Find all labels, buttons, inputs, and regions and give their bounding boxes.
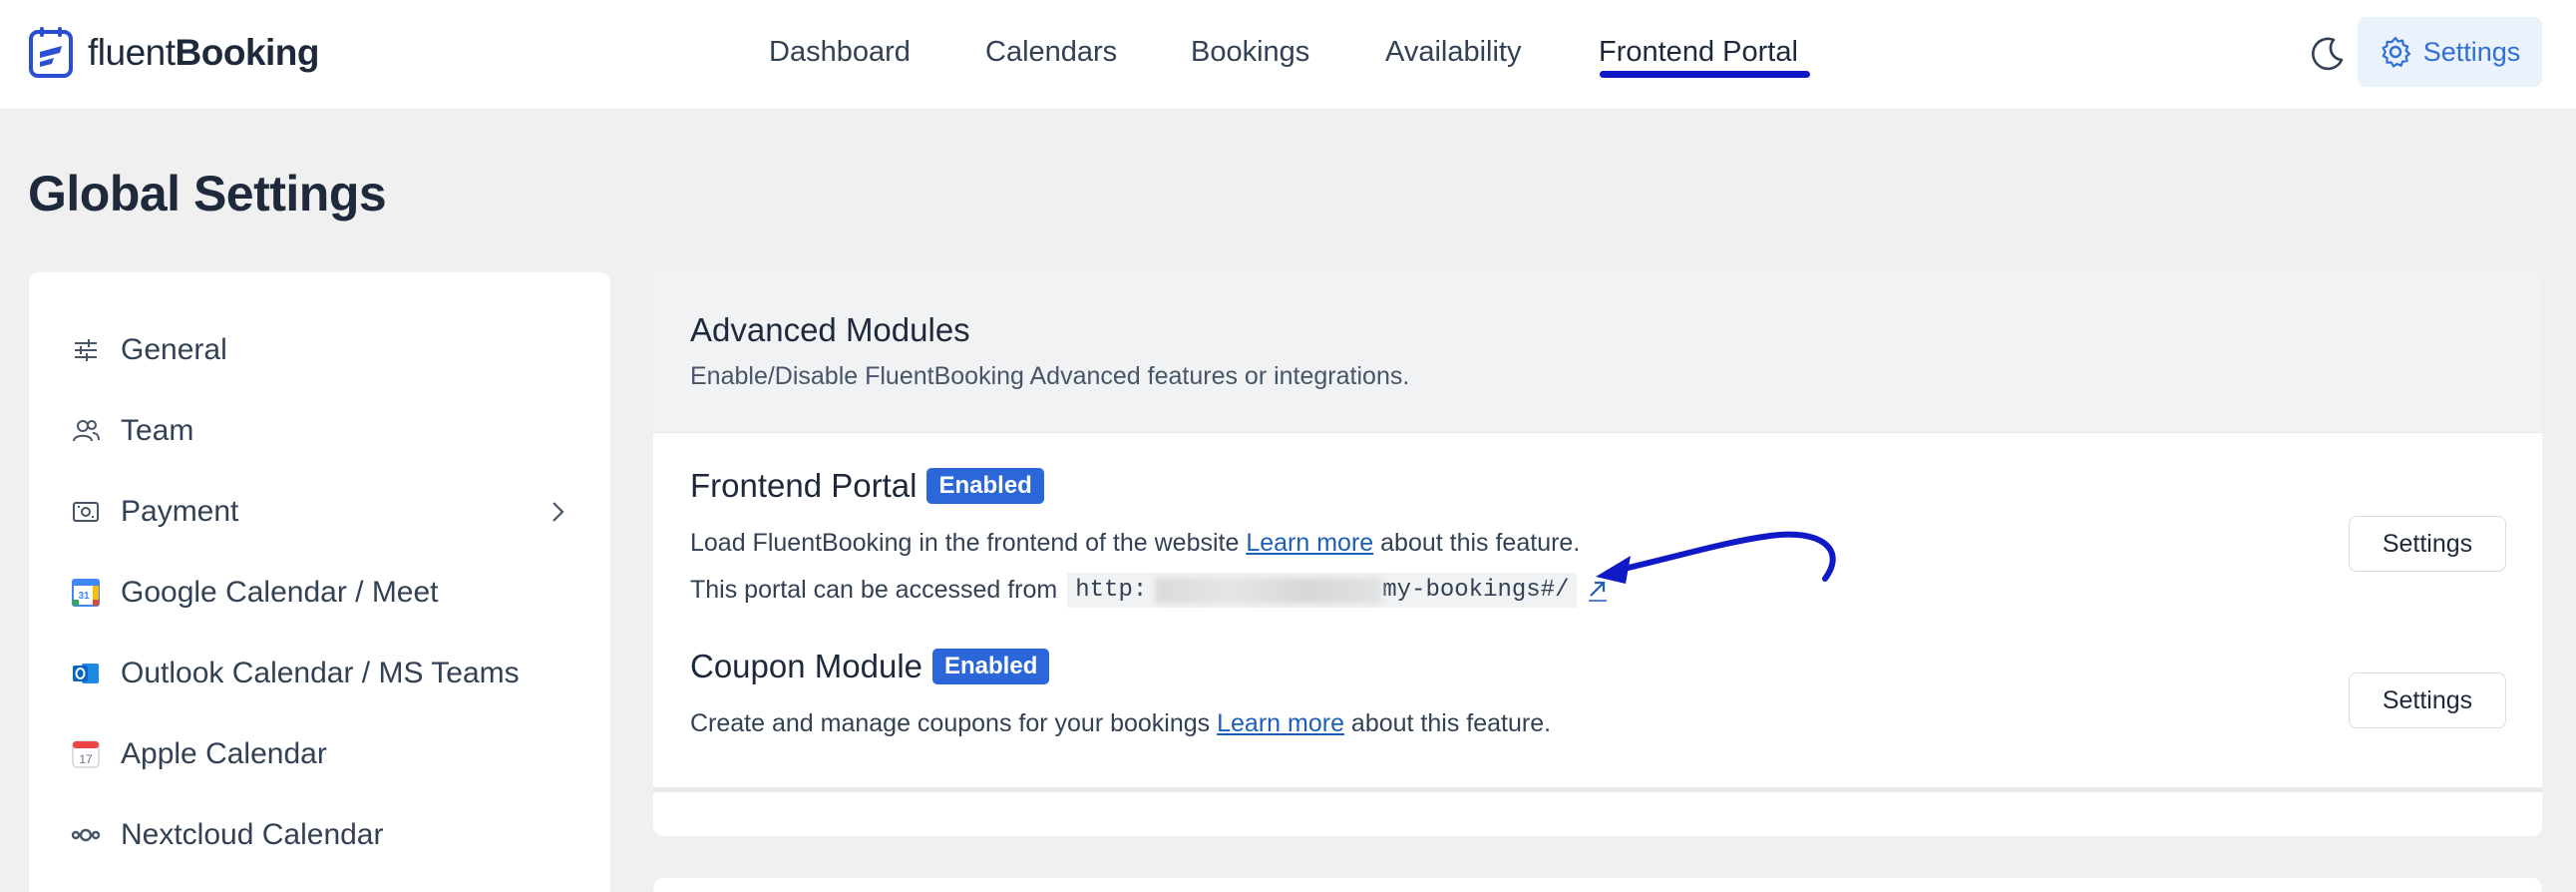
svg-text:31: 31: [78, 591, 90, 602]
panel-subtitle: Enable/Disable FluentBooking Advanced fe…: [690, 362, 1410, 390]
panel-title: Advanced Modules: [690, 311, 970, 348]
sidebar-item-label: Nextcloud Calendar: [121, 818, 384, 851]
learn-more-link[interactable]: Learn more: [1217, 709, 1344, 737]
team-icon: [69, 414, 103, 448]
logo-text: fluentBooking: [88, 32, 320, 74]
sidebar-item-outlook-calendar[interactable]: Outlook Calendar / MS Teams: [69, 649, 587, 698]
sidebar-item-label: Google Calendar / Meet: [121, 576, 439, 609]
global-settings-button[interactable]: Settings: [2358, 17, 2542, 87]
nav-dashboard[interactable]: Dashboard: [769, 32, 911, 72]
sidebar-item-apple-calendar[interactable]: 17 Apple Calendar: [69, 729, 587, 779]
description-text: Create and manage coupons for your booki…: [690, 709, 1218, 737]
module-frontend-portal-description: Load FluentBooking in the frontend of th…: [690, 529, 1580, 558]
module-title-text: Coupon Module: [690, 648, 922, 684]
portal-access-label: This portal can be accessed from: [690, 576, 1058, 604]
portal-access-line: This portal can be accessed from http: m…: [690, 573, 1609, 608]
nav-frontend-portal[interactable]: Frontend Portal: [1599, 32, 1798, 72]
dark-mode-toggle[interactable]: [2308, 34, 2348, 74]
sidebar-item-payment[interactable]: Payment: [69, 487, 587, 537]
panel-header: Advanced Modules Enable/Disable FluentBo…: [653, 271, 2542, 433]
payment-icon: [69, 495, 103, 529]
apple-calendar-icon: 17: [69, 737, 103, 771]
next-card-edge: [653, 878, 2542, 892]
nav-bookings[interactable]: Bookings: [1191, 32, 1309, 72]
portal-url-start: http:: [1075, 577, 1148, 604]
nav-active-underline: [1600, 71, 1810, 78]
frontend-portal-settings-button[interactable]: Settings: [2349, 516, 2506, 572]
sliders-icon: [69, 333, 103, 367]
settings-sidebar: General Team Payment 31 Google Calendar …: [29, 272, 610, 892]
svg-text:17: 17: [79, 752, 93, 766]
nextcloud-icon: [69, 818, 103, 852]
fluentbooking-logo[interactable]: fluentBooking: [28, 26, 320, 80]
sidebar-item-label: Apple Calendar: [121, 737, 327, 770]
module-coupon-description: Create and manage coupons for your booki…: [690, 709, 1551, 738]
logo-text-bold: Booking: [175, 32, 320, 73]
outlook-icon: [69, 657, 103, 690]
sidebar-item-nextcloud-calendar[interactable]: Nextcloud Calendar: [69, 810, 587, 860]
status-badge: Enabled: [932, 649, 1050, 684]
module-frontend-portal-title: Frontend Portal Enabled: [690, 467, 1044, 505]
nav-availability[interactable]: Availability: [1385, 32, 1521, 72]
panel-divider: [653, 787, 2542, 792]
sidebar-item-label: Payment: [121, 495, 239, 528]
redacted-domain: [1155, 577, 1383, 604]
coupon-settings-button[interactable]: Settings: [2349, 672, 2506, 728]
logo-text-light: fluent: [88, 32, 176, 73]
learn-more-link[interactable]: Learn more: [1246, 529, 1373, 557]
page-title: Global Settings: [28, 166, 387, 222]
description-text: about this feature.: [1343, 709, 1552, 737]
fluentbooking-logo-icon: [29, 27, 73, 78]
sidebar-item-label: General: [121, 333, 227, 366]
chevron-right-icon: [552, 502, 564, 522]
portal-url-end: my-bookings#/: [1382, 577, 1570, 604]
sidebar-item-google-calendar[interactable]: 31 Google Calendar / Meet: [69, 568, 587, 618]
description-text: about this feature.: [1373, 529, 1581, 557]
gear-icon: [2382, 36, 2410, 68]
status-badge: Enabled: [926, 468, 1044, 504]
top-bar: fluentBooking Dashboard Calendars Bookin…: [0, 0, 2576, 110]
portal-url: http: my-bookings#/: [1067, 573, 1578, 608]
google-calendar-icon: 31: [69, 576, 103, 610]
sidebar-item-team[interactable]: Team: [69, 406, 587, 456]
global-settings-label: Settings: [2422, 36, 2521, 67]
module-title-text: Frontend Portal: [690, 467, 918, 504]
nav-calendars[interactable]: Calendars: [985, 32, 1117, 72]
sidebar-item-general[interactable]: General: [69, 325, 587, 375]
sidebar-item-label: Outlook Calendar / MS Teams: [121, 657, 520, 689]
annotation-arrow: [1596, 531, 1836, 584]
sidebar-item-label: Team: [121, 414, 194, 447]
description-text: Load FluentBooking in the frontend of th…: [690, 529, 1247, 557]
module-coupon-title: Coupon Module Enabled: [690, 648, 1050, 685]
moon-icon: [2312, 37, 2344, 71]
